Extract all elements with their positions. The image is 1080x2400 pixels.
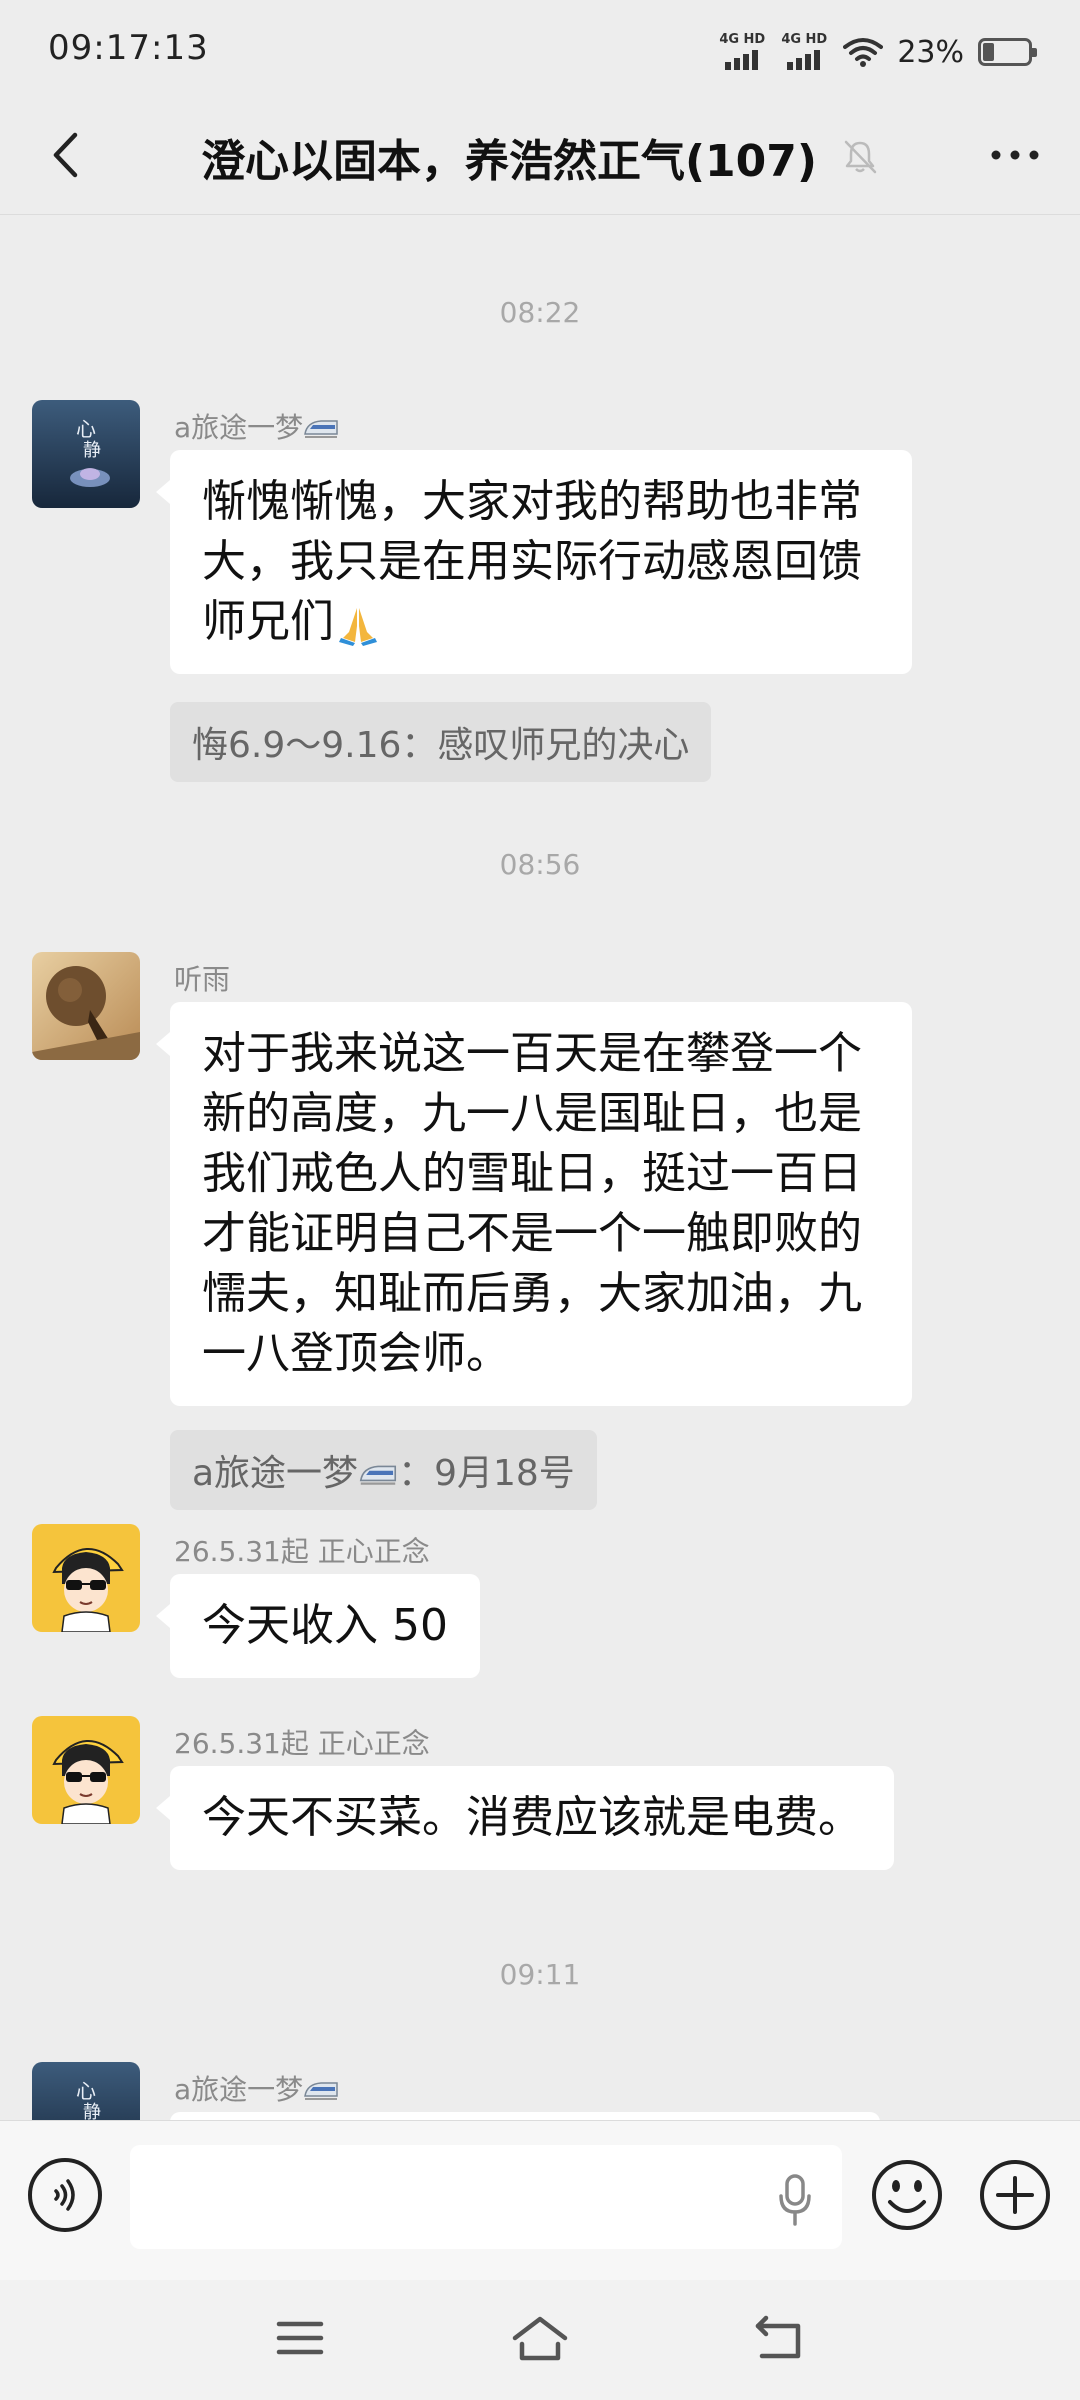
status-icons: 4G HD 4G HD 23% xyxy=(719,30,1037,74)
chevron-left-icon xyxy=(53,132,78,178)
chat-screen: 09:17:13 4G HD 4G HD 23% 澄心以固本，养浩然正气(107… xyxy=(0,0,1080,2400)
mute-bell-icon xyxy=(844,140,877,174)
sender-name: a旅途一梦 xyxy=(174,2068,339,2108)
timestamp-separator: 08:56 xyxy=(499,848,581,881)
status-bar: 09:17:13 4G HD 4G HD 23% xyxy=(0,0,1080,100)
emoji-button[interactable] xyxy=(870,2158,944,2232)
svg-text:静: 静 xyxy=(83,440,101,461)
praying-hands-emoji-icon xyxy=(339,608,377,646)
voice-icon xyxy=(54,2179,75,2211)
status-time: 09:17:13 xyxy=(48,28,209,68)
train-emoji-icon xyxy=(304,420,338,438)
plus-circle-icon xyxy=(980,2160,1050,2230)
sender-name: 26.5.31起 正心正念 xyxy=(174,1727,430,1760)
svg-text:心: 心 xyxy=(76,417,96,441)
train-emoji-icon xyxy=(304,2082,338,2100)
message-bubble[interactable]: 惭愧惭愧，大家对我的帮助也非常 大，我只是在用实际行动感恩回馈 师兄们 xyxy=(156,450,912,674)
avatar[interactable] xyxy=(32,952,140,1060)
chat-title-area: 澄心以固本，养浩然正气(107) xyxy=(120,122,960,192)
back-nav-button[interactable] xyxy=(745,2308,815,2368)
more-dots-icon xyxy=(991,150,1039,160)
train-emoji-icon xyxy=(359,1465,397,1485)
message-bubble[interactable]: 今天不买菜。消费应该就是电费。 xyxy=(156,1766,894,1870)
message-bubble[interactable]: 今天收入 50 xyxy=(156,1574,480,1678)
voice-input-button[interactable] xyxy=(760,2165,830,2235)
sender-name: 听雨 xyxy=(174,963,231,996)
signal-icon: 4G HD xyxy=(781,32,829,72)
timestamp-separator: 09:11 xyxy=(499,1958,581,1991)
message-list[interactable]: 08:22 心 静 a旅途一梦 惭愧惭愧，大家对我的帮助也非常 大，我只是在用实… xyxy=(0,216,1080,2120)
home-icon xyxy=(512,2316,568,2361)
more-functions-button[interactable] xyxy=(978,2158,1052,2232)
wifi-icon xyxy=(843,38,884,67)
svg-text:静: 静 xyxy=(83,2102,101,2120)
system-nav-bar xyxy=(0,2280,1080,2400)
timestamp-separator: 08:22 xyxy=(499,296,581,329)
chat-header: 澄心以固本，养浩然正气(107) xyxy=(0,100,1080,215)
quoted-reply[interactable]: 悔6.9～9.16：感叹师兄的决心 xyxy=(170,702,712,782)
avatar[interactable] xyxy=(32,1524,140,1632)
input-bar xyxy=(0,2120,1080,2280)
back-button[interactable] xyxy=(30,120,100,190)
quoted-reply[interactable]: a旅途一梦 ：9月18号 xyxy=(170,1430,597,1510)
network-label-2: 4G HD xyxy=(781,32,828,47)
network-label-1: 4G HD xyxy=(719,32,766,47)
sender-name: 26.5.31起 正心正念 xyxy=(174,1535,430,1568)
avatar[interactable] xyxy=(32,1716,140,1824)
more-options-button[interactable] xyxy=(980,120,1050,190)
svg-text:心: 心 xyxy=(76,2079,96,2103)
back-arrow-icon xyxy=(755,2315,801,2359)
voice-toggle-button[interactable] xyxy=(28,2158,102,2232)
home-button[interactable] xyxy=(505,2308,575,2368)
avatar[interactable]: 心 静 xyxy=(32,400,140,508)
chat-title: 澄心以固本，养浩然正气(107) xyxy=(200,136,818,187)
battery-icon xyxy=(978,38,1037,66)
message-bubble[interactable] xyxy=(170,2112,880,2120)
battery-percent: 23% xyxy=(897,34,964,70)
sender-name: a旅途一梦 xyxy=(174,406,339,446)
avatar[interactable]: 心 静 xyxy=(32,2062,140,2120)
microphone-icon xyxy=(779,2174,811,2226)
smiley-icon xyxy=(872,2160,942,2230)
menu-icon xyxy=(276,2321,324,2355)
signal-icon: 4G HD xyxy=(719,32,767,72)
message-bubble[interactable]: 对于我来说这一百天是在攀登一个 新的高度，九一八是国耻日，也是 我们戒色人的雪耻… xyxy=(156,1002,912,1406)
recents-button[interactable] xyxy=(265,2308,335,2368)
message-input[interactable] xyxy=(130,2145,842,2249)
